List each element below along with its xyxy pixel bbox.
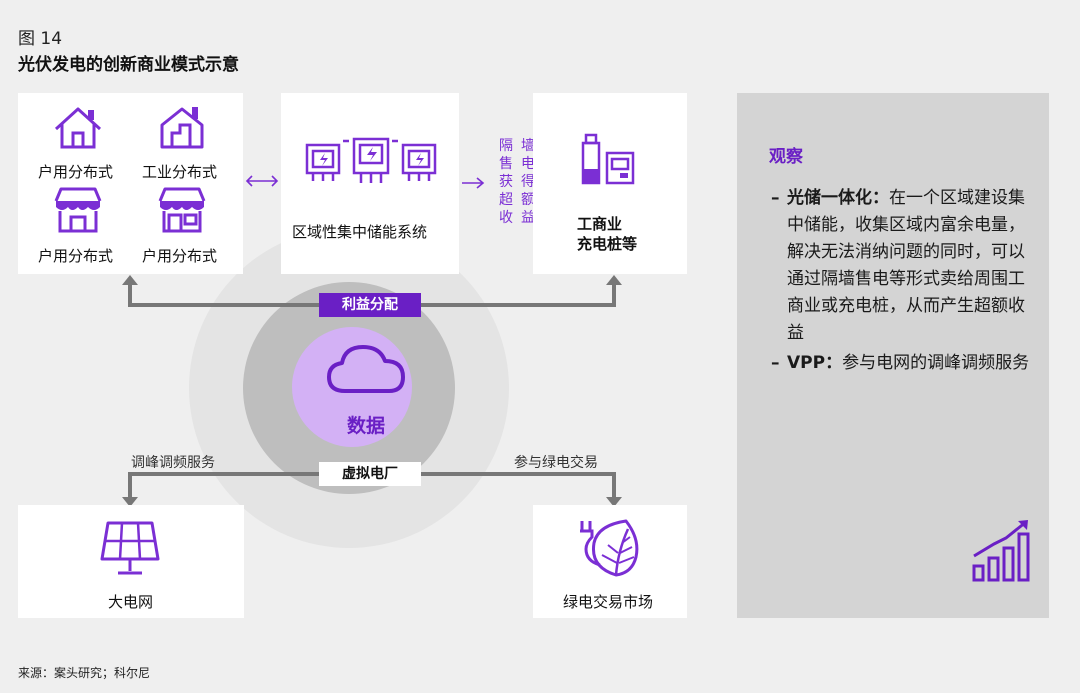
solar-panel-icon: [100, 521, 160, 575]
cloud-icon: [327, 345, 405, 393]
observation-item-2: – VPP：参与电网的调峰调频服务: [771, 350, 1037, 377]
green-trading-label: 参与绿电交易: [514, 455, 598, 471]
profit-distribution-tag: 利益分配: [319, 293, 421, 317]
peak-regulation-label: 调峰调频服务: [131, 455, 215, 471]
observation-item-1: – 光储一体化：在一个区域建设集中储能，收集区域内富余电量，解决无法消纳问题的同…: [771, 185, 1037, 347]
growth-chart-icon: [972, 520, 1030, 582]
dash-icon: –: [771, 188, 780, 208]
observation-bold: 光储一体化：: [787, 188, 889, 208]
observation-text: 参与电网的调峰调频服务: [842, 353, 1030, 373]
green-market-box: 绿电交易市场: [533, 505, 687, 618]
leaf-plug-icon: [580, 519, 639, 577]
observation-bold: VPP：: [787, 353, 843, 373]
power-grid-box: 大电网: [18, 505, 244, 618]
up-arrow-right-icon: [606, 275, 622, 285]
green-market-label: 绿电交易市场: [563, 593, 654, 611]
data-label: 数据: [347, 415, 386, 437]
source-note: 来源：案头研究；科尔尼: [18, 666, 151, 680]
observation-title: 观察: [769, 147, 803, 167]
up-arrow-left-icon: [122, 275, 138, 285]
power-grid-label: 大电网: [108, 593, 154, 611]
vpp-tag: 虚拟电厂: [319, 462, 421, 486]
dash-icon: –: [771, 353, 780, 373]
observation-text: 在一个区域建设集中储能，收集区域内富余电量，解决无法消纳问题的同时，可以通过隔墙…: [787, 188, 1025, 343]
